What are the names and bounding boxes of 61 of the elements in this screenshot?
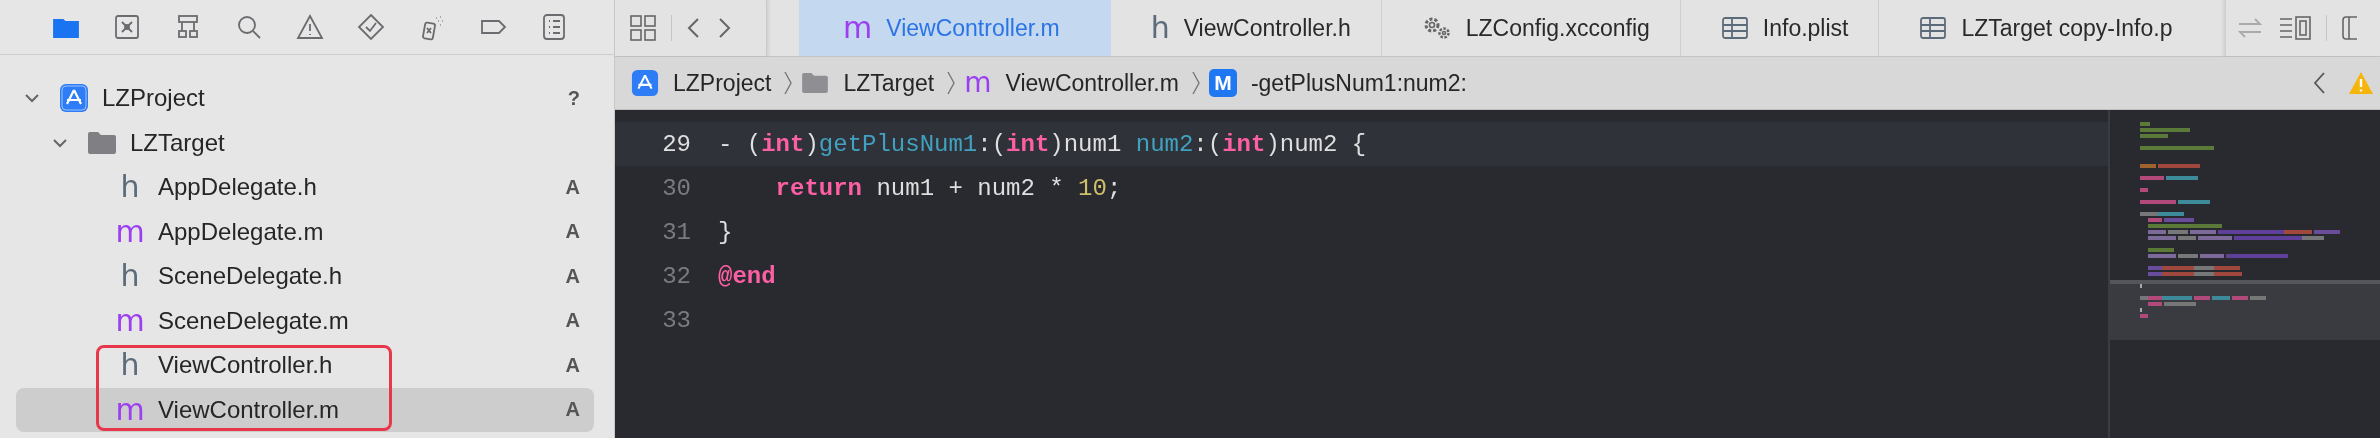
file-row[interactable]: LZProject ? (16, 76, 594, 121)
file-row[interactable]: m AppDelegate.m A (16, 209, 594, 254)
code-line: 32 @end (661, 261, 777, 292)
breadcrumb-item[interactable]: M -getPlusNum1:num2: (1208, 69, 1471, 97)
chevron-separator-icon (946, 69, 957, 97)
inspector-layout-icon[interactable] (2278, 15, 2312, 41)
table-icon (1720, 16, 1749, 40)
file-row[interactable]: h SceneDelegate.h A (16, 254, 594, 299)
source-control-icon[interactable] (113, 13, 141, 41)
file-name: SceneDelegate.m (158, 306, 350, 335)
breadcrumb-item[interactable]: LZProject (631, 69, 776, 97)
code-line: 30 return num1 + num2 * 10; (661, 173, 1123, 204)
file-type-glyph: m (115, 216, 145, 247)
breadcrumb-item[interactable]: m ViewController.m (964, 69, 1183, 97)
app-icon (59, 83, 89, 114)
table-icon (1919, 16, 1948, 40)
status-label: A (565, 175, 580, 199)
file-name: SceneDelegate.h (158, 262, 344, 291)
file-name: ViewController.m (158, 395, 340, 424)
status-label: A (565, 398, 580, 422)
test-icon[interactable] (357, 13, 385, 41)
file-row[interactable]: h AppDelegate.h A (16, 165, 594, 210)
file-name: AppDelegate.h (158, 173, 318, 202)
status-label: A (565, 220, 580, 244)
forward-icon[interactable] (716, 16, 732, 40)
warning-icon[interactable] (296, 13, 324, 41)
back-icon[interactable] (686, 16, 702, 40)
file-row[interactable]: m SceneDelegate.m A (16, 298, 594, 343)
file-type-glyph: m (115, 394, 145, 425)
code-line: 31 } (661, 217, 734, 248)
previous-icon[interactable] (2312, 70, 2328, 96)
breadcrumb-item[interactable]: LZTarget (801, 69, 939, 97)
app-icon (631, 69, 659, 97)
status-label: A (565, 353, 580, 377)
folder-icon (801, 72, 830, 94)
file-row[interactable]: h ViewController.h A (16, 343, 594, 388)
editor-tab[interactable]: Info.plist (1680, 0, 1880, 56)
chevron-separator-icon (1190, 69, 1201, 97)
search-icon[interactable] (235, 13, 263, 41)
code-line: 33 (661, 305, 692, 336)
chevron-separator-icon (783, 69, 794, 97)
report-icon[interactable] (540, 13, 568, 41)
file-row[interactable]: m ViewController.m A (16, 387, 594, 432)
folder-icon (87, 130, 117, 155)
file-name: LZTarget (130, 128, 226, 157)
file-row[interactable]: LZTarget (16, 120, 594, 165)
file-name: LZProject (102, 84, 206, 113)
file-type-glyph: h (120, 261, 140, 292)
file-name: ViewController.h (158, 351, 334, 380)
editor-tab[interactable]: LZConfig.xcconfig (1381, 0, 1681, 56)
editor-tab[interactable]: LZTarget copy-Info.p (1879, 0, 2183, 56)
status-label: A (565, 309, 580, 333)
panel-icon[interactable] (2341, 15, 2357, 41)
file-type-glyph: m (115, 305, 145, 336)
editor-tab[interactable]: h ViewController.h (1110, 0, 1382, 56)
grid-icon[interactable] (629, 14, 657, 42)
file-type-glyph: h (120, 350, 140, 381)
status-label: ? (567, 86, 580, 110)
file-type-glyph: h (120, 172, 140, 203)
file-name: AppDelegate.m (158, 217, 325, 246)
status-label: A (565, 264, 580, 288)
